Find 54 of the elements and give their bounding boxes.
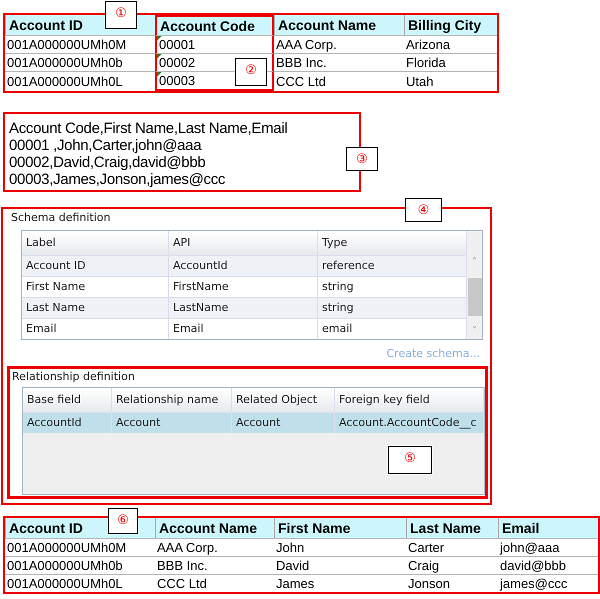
table-cell-text: 001A000000UMh0M (6, 36, 128, 53)
column-header: Email (498, 518, 598, 538)
table-cell-text: james@ccc (498, 575, 568, 592)
table-cell-text: Craig (407, 557, 440, 574)
table-cell-text: Jonson (407, 575, 451, 592)
column-header: First Name (274, 518, 406, 538)
table-cell-text: CCC Ltd (156, 575, 208, 592)
column-header: Account Code (155, 15, 274, 35)
csv-line: 00002,David,Craig,david@bbb (9, 154, 206, 171)
csv-line: Account Code,First Name,Last Name,Email (9, 120, 288, 137)
table-cell-text: john@aaa (498, 539, 560, 556)
table-cell: Email (169, 319, 318, 339)
table-cell-text: Arizona (405, 36, 452, 53)
csv-line: 00001 ,John,Carter,john@aaa (9, 137, 203, 154)
callout-number: ① (105, 1, 137, 29)
table-cell-text: Account.AccountCode__c (339, 414, 477, 431)
callout-number: ③ (346, 147, 378, 171)
callout-number: ⑥ (108, 508, 138, 534)
panel-title: Schema definition (11, 210, 110, 226)
column-header: Account Name (155, 518, 274, 538)
table-cell-text: James (275, 575, 316, 592)
csv-line: 00003,James,Jonson,james@ccc (9, 171, 226, 188)
table-cell-text: 001A000000UMh0b (6, 557, 124, 574)
table-cell-text: Florida (405, 54, 447, 71)
table-cell: Email (22, 319, 169, 339)
table-cell-text: 001A000000UMh0L (6, 575, 124, 592)
table-cell-text: Account (116, 414, 160, 431)
table-cell-text: 001A000000UMh0L (6, 73, 124, 90)
table-cell-text: BBB Inc. (275, 54, 328, 71)
callout-number: ④ (405, 198, 442, 222)
callout-number: ② (235, 58, 267, 86)
table-cell-text: 001A000000UMh0b (6, 54, 124, 71)
create-schema-link[interactable]: Create schema... (386, 346, 480, 362)
table-row[interactable]: AccountId Account Account Account.AccountCode__c (23, 412, 484, 433)
table-cell-text: BBB Inc. (156, 557, 209, 574)
panel-title: Relationship definition (12, 369, 135, 385)
table-cell-text: CCC Ltd (275, 73, 327, 90)
table-cell-text: David (275, 557, 310, 574)
table-cell-text: david@bbb (499, 557, 567, 574)
column-header: Account Name (274, 15, 404, 35)
table-cell-text: AccountId (27, 414, 82, 431)
table-cell-text: Utah (405, 73, 434, 90)
scroll-up-arrow[interactable]: ˄ (472, 255, 477, 270)
column-header: Billing City (404, 15, 497, 35)
column-header: Last Name (406, 518, 498, 538)
table-cell-text: John (275, 539, 306, 556)
table-cell-text: 001A000000UMh0M (6, 539, 128, 556)
table-cell-text: Account (236, 414, 280, 431)
scrollbar[interactable]: ˄ ˅ (467, 231, 482, 339)
table-cell-text: AAA Corp. (156, 539, 219, 556)
scroll-down-arrow[interactable]: ˅ (472, 324, 477, 339)
table-cell-text: AAA Corp. (275, 36, 338, 53)
callout-number: ⑤ (388, 446, 432, 474)
table-cell-text: Carter (407, 539, 446, 556)
